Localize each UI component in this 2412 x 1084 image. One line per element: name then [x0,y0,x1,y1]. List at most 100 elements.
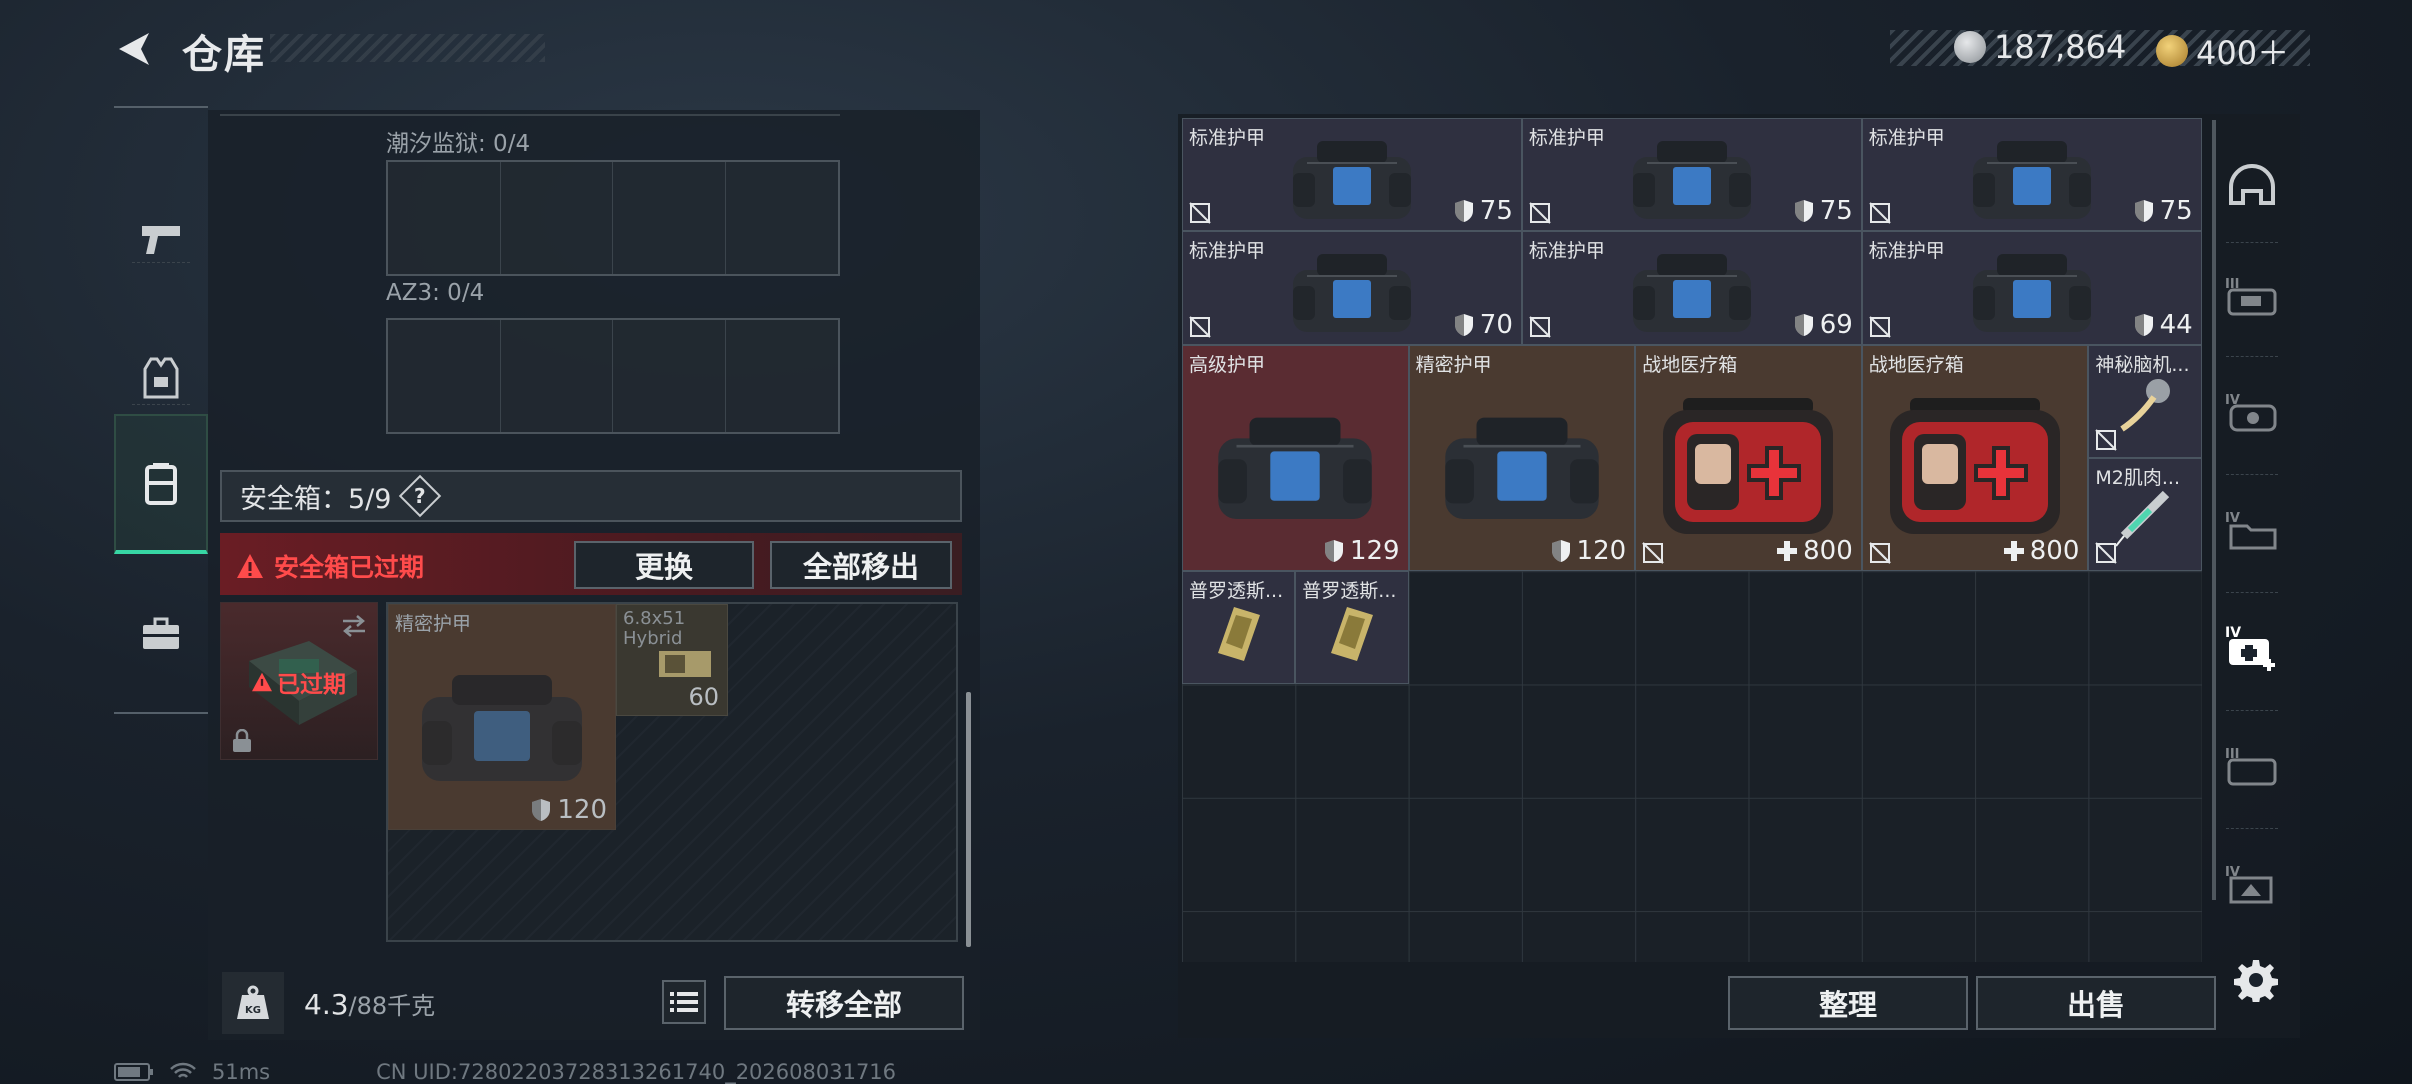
pistol-icon [142,226,180,254]
armor-tier3-icon: III [2225,277,2277,316]
section-label-prison: 潮汐监狱: 0/4 [386,131,531,157]
first-aid-kit-image [1890,397,2061,534]
item-name: 精密护甲 [1415,353,1492,376]
item-name: 标准护甲 [1528,127,1605,149]
armor-bag-image [1632,141,1751,220]
container-icon [145,463,177,505]
warehouse-item[interactable]: 战地医疗箱 800 [1635,344,1862,572]
shield-icon [1324,540,1343,563]
warning-icon [252,672,272,692]
armor-bag-image [1972,254,2091,333]
toolbox-icon [143,617,179,649]
item-value: 75 [1794,196,1853,226]
helmet-icon [2229,164,2275,205]
wifi-icon [170,1062,196,1078]
nav-weapons[interactable] [114,168,208,308]
svg-text:IV: IV [2225,625,2241,641]
transfer-all-button[interactable]: 转移全部 [724,976,964,1030]
safebox-item-tile[interactable]: 已过期 [220,602,378,760]
back-button[interactable] [112,26,158,72]
warehouse-item[interactable]: 高级护甲 129 [1182,344,1409,572]
warehouse-item[interactable]: 战地医疗箱 800 [1861,344,2089,572]
list-view-button[interactable] [662,980,706,1024]
filter-medical-t4[interactable]: IV [2210,598,2294,698]
proteus-chip-image [1217,607,1260,662]
syringe-image [2115,490,2170,547]
move-all-out-button[interactable]: 全部移出 [770,541,952,589]
nav-container[interactable] [114,414,208,554]
filter-key-t4[interactable]: IV [2210,834,2294,934]
warehouse-item[interactable]: 精密护甲 120 [1408,344,1636,572]
first-aid-kit-image [1663,397,1834,534]
item-name: 标准护甲 [1868,240,1945,263]
filter-bag-t4[interactable]: IV [2210,362,2294,462]
no-insure-icon [1642,542,1664,564]
warehouse-item[interactable]: 普罗透斯... [1295,571,1409,685]
left-scrollbar[interactable] [966,692,971,947]
item-name: 高级护甲 [1189,353,1266,376]
help-icon[interactable]: ? [399,474,442,518]
warehouse-grid[interactable]: 标准护甲 75 标准护甲 75 标准护甲 75 标准护甲 70 标准护甲 69 标准护甲 44 高级护甲… [1182,118,2202,962]
no-insure-icon [2095,542,2118,564]
shield-icon [532,799,551,821]
armor-bag-image [1972,141,2091,220]
item-value: 75 [2134,196,2193,226]
neural-chip-image [2120,378,2171,432]
sort-button[interactable]: 整理 [1728,976,1968,1030]
silver-coin-icon [1954,31,1986,63]
swap-icon[interactable] [339,613,369,639]
filter-helmet[interactable] [2210,136,2294,236]
item-value: 75 [1454,196,1513,226]
no-insure-icon [1869,542,1891,564]
warehouse-item[interactable]: 标准护甲 69 [1521,231,1862,345]
settings-button[interactable] [2232,956,2280,1004]
replace-button[interactable]: 更换 [574,541,754,589]
armor-bag-image [1445,417,1599,519]
item-value: 800 [2003,536,2079,566]
heal-plus-icon [1777,541,1798,562]
safebox-header: 安全箱：5/9 ? [220,470,962,522]
warehouse-item[interactable]: 标准护甲 75 [1182,118,1522,232]
no-insure-icon [1869,202,1891,225]
item-name: 标准护甲 [1189,240,1266,263]
item-name: 标准护甲 [1528,240,1605,263]
expired-message: 安全箱已过期 [236,548,424,584]
shield-icon [1794,200,1813,223]
item-value: 44 [2134,310,2193,340]
warehouse-item[interactable]: 标准护甲 75 [1861,118,2202,232]
heal-plus-icon [2003,541,2024,562]
no-insure-icon [1529,315,1551,338]
case-expired-label: 已过期 [251,665,346,699]
keycard-tier4-icon: IV [2225,865,2273,904]
gear-icon [2234,960,2278,1002]
safebox-ammo-item[interactable]: 6.8x51 Hybrid 60 [616,604,728,716]
warehouse-item[interactable]: 标准护甲 70 [1182,231,1522,345]
right-filter-nav: III IV IV IV III IV [2210,116,2294,986]
lock-icon [233,729,251,752]
item-name: 战地医疗箱 [1642,353,1738,376]
prison-slots[interactable] [386,160,840,276]
sell-button[interactable]: 出售 [1976,976,2216,1030]
medkit-tier4-icon: IV [2225,625,2275,671]
warehouse-item[interactable]: 标准护甲 44 [1861,231,2202,345]
safebox-armor-item[interactable]: 精密护甲 120 [388,604,616,830]
warehouse-item[interactable]: 普罗透斯... [1182,571,1296,685]
warehouse-item[interactable]: M2肌肉... [2088,457,2202,572]
vest-icon [143,357,179,399]
az3-slots[interactable] [386,318,840,434]
warehouse-item[interactable]: 神秘脑机... [2088,344,2202,458]
filter-armor-t3-b[interactable]: III [2210,716,2294,816]
section-label-az3: AZ3: 0/4 [386,280,485,306]
weight-icon: KG [237,985,269,1019]
shield-icon [2134,313,2153,336]
filter-armor-t3[interactable]: III [2210,246,2294,346]
filter-container-t4[interactable]: IV [2210,480,2294,580]
gold-currency[interactable]: 400＋ [2156,28,2289,74]
shield-icon [1454,313,1473,336]
armor-bag-image [1292,141,1411,220]
armor-durability: 120 [531,795,607,825]
no-insure-icon [1529,202,1551,225]
warehouse-item[interactable]: 标准护甲 75 [1521,118,1862,232]
no-insure-icon [1189,315,1211,338]
nav-toolbox[interactable] [114,564,208,704]
